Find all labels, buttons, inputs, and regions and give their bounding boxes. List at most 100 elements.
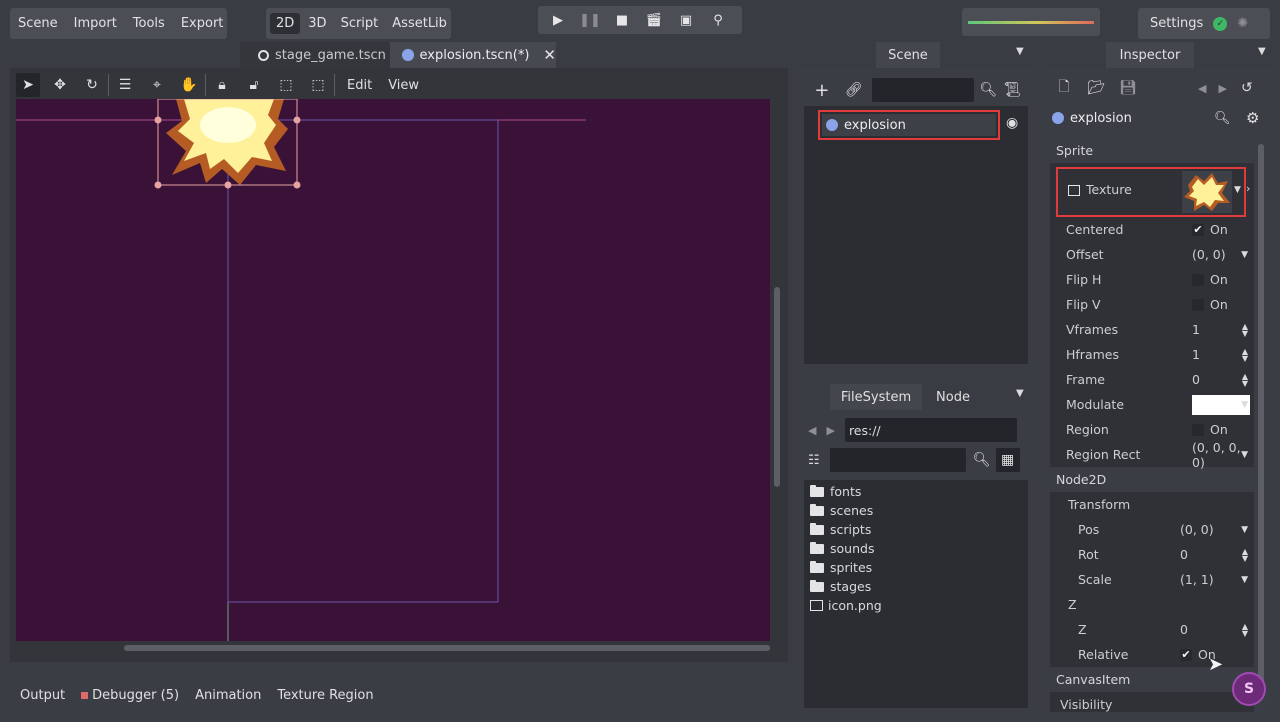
instance-link-icon[interactable]: 🔗︎	[842, 78, 866, 102]
list-item[interactable]: icon.png	[804, 596, 1028, 615]
inspector-dock: 🗋︎ 📂︎ 💾︎ ◀ ▶ ↺ explosion 🔍︎ ⚙ Sprite Tex…	[1042, 68, 1274, 712]
flip-v-checkbox[interactable]	[1192, 298, 1204, 311]
tab-scene[interactable]: Scene	[876, 42, 940, 68]
mode-script-button[interactable]: Script	[335, 13, 385, 34]
tree-item-explosion[interactable]: explosion	[818, 110, 1000, 140]
spinner-arrows-icon[interactable]: ▲ ▼	[1242, 347, 1248, 362]
debugger-error-icon	[81, 691, 89, 699]
forward-icon[interactable]: ▶	[826, 424, 834, 437]
tab-explosion[interactable]: explosion.tscn(*) ✕	[390, 42, 556, 68]
thumbnail-view-icon[interactable]: ▦	[995, 448, 1020, 472]
centered-checkbox[interactable]: ✔	[1192, 223, 1204, 236]
visibility-eye-icon[interactable]: ◉	[1006, 115, 1018, 131]
play-scene-icon[interactable]: 🎬︎	[638, 6, 670, 34]
rotate-mode-icon[interactable]: ↻	[80, 73, 104, 97]
section-node2d[interactable]: Node2D	[1050, 467, 1254, 492]
tab-node[interactable]: Node	[922, 384, 984, 410]
tab-output[interactable]: Output	[12, 688, 73, 703]
section-sprite[interactable]: Sprite	[1050, 138, 1254, 163]
spinner-arrows-icon[interactable]: ▲ ▼	[1242, 547, 1248, 562]
lock-icon[interactable]: 🔒︎	[210, 73, 234, 97]
object-settings-icon[interactable]: ⚙	[1246, 109, 1259, 127]
view-menu[interactable]: View	[380, 78, 427, 93]
chevron-down-icon[interactable]: ▼	[1241, 400, 1248, 410]
subsection-z[interactable]: Z	[1050, 592, 1254, 617]
list-item[interactable]: scripts	[804, 520, 1028, 539]
chevron-down-icon[interactable]: ▼	[1241, 450, 1248, 460]
chevron-down-icon[interactable]: ▼	[1241, 575, 1248, 585]
mode-assetlib-button[interactable]: AssetLib	[386, 13, 453, 34]
spinner-arrows-icon[interactable]: ▲ ▼	[1242, 622, 1248, 637]
horizontal-scrollbar[interactable]	[16, 642, 770, 654]
pivot-icon[interactable]: ⌖	[145, 73, 169, 97]
pause-icon[interactable]: ❚❚	[574, 6, 606, 34]
list-item[interactable]: sounds	[804, 539, 1028, 558]
back-icon[interactable]: ◀	[808, 424, 816, 437]
menu-scene[interactable]: Scene	[10, 16, 66, 31]
tab-stage-game[interactable]: stage_game.tscn	[240, 42, 390, 68]
texture-preview[interactable]	[1182, 171, 1232, 213]
list-item[interactable]: fonts	[804, 482, 1028, 501]
list-item[interactable]: sprites	[804, 558, 1028, 577]
chevron-down-icon[interactable]: ▼	[1241, 250, 1248, 260]
inspector-dock-menu-icon[interactable]: ▼	[1258, 46, 1266, 57]
search-icon[interactable]: 🔍︎	[1214, 111, 1231, 126]
edit-menu[interactable]: Edit	[339, 78, 380, 93]
list-item[interactable]: scenes	[804, 501, 1028, 520]
chevron-down-icon[interactable]: ▼	[1241, 525, 1248, 535]
settings-button[interactable]: Settings	[1150, 16, 1203, 31]
pan-icon[interactable]: ✋	[177, 73, 201, 97]
prop-visibility[interactable]: Visibility	[1050, 692, 1254, 712]
menu-import[interactable]: Import	[66, 16, 125, 31]
texture-dropdown-icon[interactable]: ▼	[1234, 185, 1241, 195]
filesystem-dock-menu-icon[interactable]: ▼	[1016, 388, 1024, 399]
scene-dock-menu-icon[interactable]: ▼	[1016, 46, 1024, 57]
vertical-scrollbar[interactable]	[771, 99, 783, 641]
tab-inspector[interactable]: Inspector	[1106, 42, 1194, 68]
mode-2d-button[interactable]: 2D	[270, 13, 301, 34]
region-checkbox[interactable]	[1192, 423, 1204, 436]
play-icon[interactable]: ▶	[542, 6, 574, 34]
search-icon[interactable]: 🔍︎	[970, 448, 994, 472]
section-canvasitem[interactable]: CanvasItem	[1050, 667, 1254, 692]
group-icon[interactable]: ⬚	[274, 73, 298, 97]
history-back-icon[interactable]: ◀	[1198, 82, 1206, 95]
script-add-icon[interactable]: 📜︎	[1000, 78, 1024, 102]
fs-filter-input[interactable]	[829, 448, 966, 472]
relative-checkbox[interactable]: ✔	[1180, 648, 1192, 661]
search-icon[interactable]: 🔍︎	[976, 78, 1000, 102]
tab-texture-region[interactable]: Texture Region	[269, 688, 381, 703]
tab-filesystem[interactable]: FileSystem	[830, 384, 922, 410]
open-folder-icon[interactable]: 📂︎	[1084, 76, 1108, 100]
tab-debugger[interactable]: Debugger (5)	[73, 688, 187, 703]
unlock-icon[interactable]: 🔓︎	[242, 73, 266, 97]
play-custom-scene-icon[interactable]: ▣	[670, 6, 702, 34]
path-input[interactable]: res://	[844, 418, 1017, 442]
save-icon[interactable]: 💾︎	[1116, 76, 1140, 100]
menu-export[interactable]: Export	[173, 16, 232, 31]
close-tab-icon[interactable]: ✕	[543, 46, 556, 64]
stop-icon[interactable]: ■	[606, 6, 638, 34]
tree-view-icon[interactable]: ☷	[808, 453, 820, 468]
move-mode-icon[interactable]: ✥	[48, 73, 72, 97]
mode-3d-button[interactable]: 3D	[302, 13, 332, 34]
add-node-icon[interactable]: +	[810, 78, 834, 102]
history-icon[interactable]: ↺	[1241, 80, 1253, 96]
tab-animation[interactable]: Animation	[187, 688, 269, 703]
menu-tools[interactable]: Tools	[125, 16, 173, 31]
history-forward-icon[interactable]: ▶	[1218, 82, 1226, 95]
texture-expand-icon[interactable]: ›	[1246, 182, 1250, 195]
subsection-transform[interactable]: Transform	[1050, 492, 1254, 517]
new-resource-icon[interactable]: 🗋︎	[1052, 76, 1076, 100]
flip-h-checkbox[interactable]	[1192, 273, 1204, 286]
spinner-arrows-icon[interactable]: ▲ ▼	[1242, 322, 1248, 337]
list-item[interactable]: stages	[804, 577, 1028, 596]
viewport-canvas[interactable]	[16, 99, 770, 641]
list-select-icon[interactable]: ☰	[113, 73, 137, 97]
inspector-scrollbar[interactable]	[1258, 144, 1264, 708]
spinner-arrows-icon[interactable]: ▲ ▼	[1242, 372, 1248, 387]
scene-filter-input[interactable]	[871, 78, 975, 102]
ungroup-icon[interactable]: ⬚	[306, 73, 330, 97]
remote-debug-icon[interactable]: ⚲	[702, 6, 734, 34]
select-mode-icon[interactable]: ➤	[16, 73, 40, 97]
